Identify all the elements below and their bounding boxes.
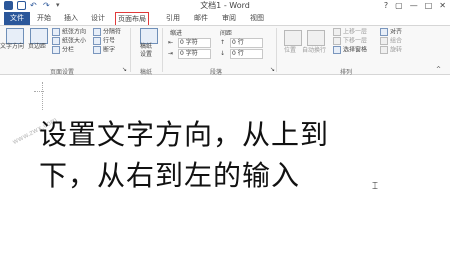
- selection-pane-button[interactable]: 选择窗格: [333, 46, 367, 55]
- orientation-icon: [52, 28, 60, 36]
- breaks-icon: [93, 28, 101, 36]
- hyphenation-button[interactable]: 断字: [93, 46, 115, 55]
- margin-guide-vertical: [42, 82, 44, 110]
- position-icon: [284, 30, 302, 46]
- maximize-icon[interactable]: □: [425, 1, 433, 11]
- close-icon[interactable]: ✕: [439, 1, 446, 11]
- selection-pane-label: 选择窗格: [343, 46, 368, 54]
- margin-guide-horizontal: [34, 91, 44, 93]
- spacing-after-icon: ↓: [220, 50, 226, 57]
- draft-settings-label: 设置: [140, 51, 153, 58]
- group-divider: [130, 28, 131, 72]
- columns-icon: [52, 46, 60, 54]
- line-numbers-label: 行号: [103, 37, 116, 45]
- document-body[interactable]: 设置文字方向，从上到 下，从右到左的输入: [39, 114, 409, 196]
- ribbon-tabs: 文件 开始 插入 设计 页面布局 引用 邮件 审阅 视图: [0, 12, 450, 26]
- rotate-label: 旋转: [390, 46, 403, 54]
- group-icon: [380, 37, 388, 45]
- send-backward-icon: [333, 37, 341, 45]
- group-button[interactable]: 组合: [380, 37, 402, 46]
- align-icon: [380, 28, 388, 36]
- align-label: 对齐: [390, 28, 403, 36]
- spacing-after-input[interactable]: 0 行: [230, 49, 263, 59]
- tab-mailings[interactable]: 邮件: [194, 12, 208, 25]
- paper-size-icon: [52, 37, 60, 45]
- spacing-label: 间距: [220, 30, 233, 37]
- tab-home[interactable]: 开始: [37, 12, 51, 25]
- text-direction-button[interactable]: 文字方向: [0, 43, 24, 51]
- indent-right-input[interactable]: 0 字符: [178, 49, 211, 59]
- title-bar: ↶ ↷ ▾ 文档1 - Word ? ▢ — □ ✕: [0, 0, 450, 12]
- paragraph-dialog-launcher-icon[interactable]: ↘: [270, 66, 275, 74]
- send-backward-button[interactable]: 下移一层: [333, 37, 367, 46]
- hyphenation-label: 断字: [103, 46, 116, 54]
- page-setup-dialog-launcher-icon[interactable]: ↘: [122, 66, 127, 74]
- wrap-text-icon: [307, 30, 325, 46]
- columns-button[interactable]: 分栏: [52, 46, 74, 55]
- document-line-1: 设置文字方向，从上到: [39, 118, 330, 151]
- line-numbers-button[interactable]: 行号: [93, 37, 115, 46]
- document-line-2: 下，从右到左的输入: [39, 159, 301, 192]
- position-button[interactable]: 位置: [284, 47, 296, 55]
- text-cursor-icon: ⌶: [372, 181, 378, 192]
- draft-paper-icon: [140, 28, 158, 44]
- draft-settings-button[interactable]: 稿纸: [140, 43, 152, 51]
- minimize-icon[interactable]: —: [410, 1, 418, 11]
- collapse-ribbon-icon[interactable]: ^: [436, 66, 441, 74]
- group-divider: [162, 28, 163, 72]
- wrap-text-button[interactable]: 自动换行: [302, 47, 326, 55]
- orientation-label: 纸张方向: [62, 28, 87, 36]
- align-button[interactable]: 对齐: [380, 28, 402, 37]
- tab-file[interactable]: 文件: [4, 12, 30, 25]
- tab-view[interactable]: 视图: [250, 12, 264, 25]
- indent-left-input[interactable]: 0 字符: [178, 38, 211, 48]
- indent-right-icon: ⇥: [168, 50, 174, 57]
- size-label: 纸张大小: [62, 37, 87, 45]
- bring-forward-label: 上移一层: [343, 28, 368, 36]
- indent-label: 缩进: [170, 30, 183, 37]
- margins-button[interactable]: 页边距: [28, 43, 46, 51]
- text-direction-icon: [6, 28, 24, 44]
- tab-insert[interactable]: 插入: [64, 12, 78, 25]
- spacing-before-input[interactable]: 0 行: [230, 38, 263, 48]
- rotate-icon: [380, 46, 388, 54]
- help-icon[interactable]: ?: [384, 1, 388, 11]
- bring-forward-button[interactable]: 上移一层: [333, 28, 367, 37]
- size-button[interactable]: 纸张大小: [52, 37, 86, 46]
- tab-review[interactable]: 审阅: [222, 12, 236, 25]
- window-title: 文档1 - Word: [200, 1, 250, 10]
- ribbon-display-icon[interactable]: ▢: [395, 1, 403, 11]
- bring-forward-icon: [333, 28, 341, 36]
- breaks-label: 分隔符: [103, 28, 122, 36]
- tab-references[interactable]: 引用: [166, 12, 180, 25]
- send-backward-label: 下移一层: [343, 37, 368, 45]
- rotate-button[interactable]: 旋转: [380, 46, 402, 55]
- group-divider: [276, 28, 277, 72]
- columns-label: 分栏: [62, 46, 75, 54]
- line-numbers-icon: [93, 37, 101, 45]
- tab-design[interactable]: 设计: [91, 12, 105, 25]
- indent-left-icon: ⇤: [168, 39, 174, 46]
- margins-icon: [30, 28, 48, 44]
- window-controls: ? ▢ — □ ✕: [384, 1, 446, 11]
- group-label: 组合: [390, 37, 403, 45]
- spacing-before-icon: ↑: [220, 39, 226, 46]
- hyphenation-icon: [93, 46, 101, 54]
- tab-page-layout[interactable]: 页面布局: [115, 12, 149, 25]
- orientation-button[interactable]: 纸张方向: [52, 28, 86, 37]
- selection-pane-icon: [333, 46, 341, 54]
- breaks-button[interactable]: 分隔符: [93, 28, 121, 37]
